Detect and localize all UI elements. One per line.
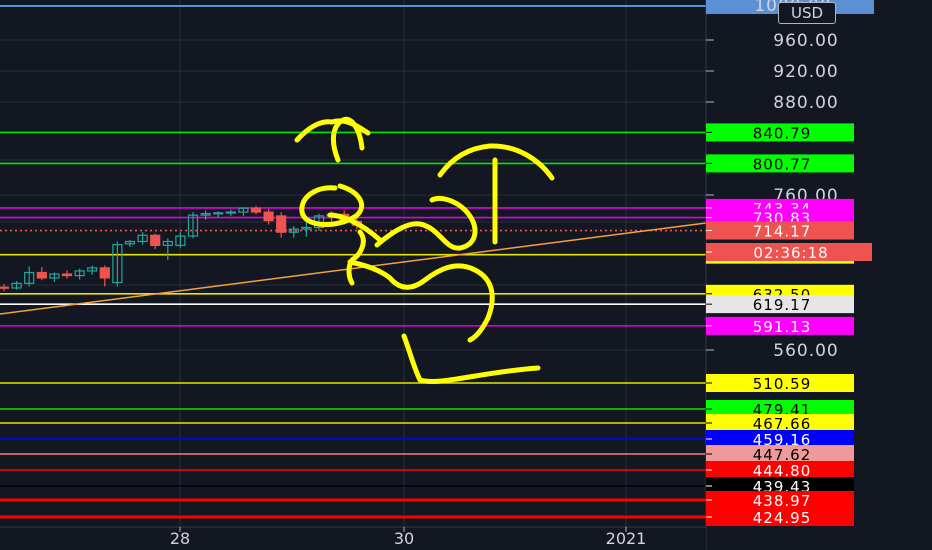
svg-text:800.77: 800.77 [753,155,812,173]
price-chart[interactable]: 960.00920.00880.00760.00560.001000.00 84… [0,0,932,550]
svg-text:619.17: 619.17 [753,296,812,314]
price-tag: 619.17 [706,295,854,314]
candle-body [99,267,110,279]
candle-body [263,211,274,222]
time-axis-background [0,527,706,550]
svg-text:591.13: 591.13 [753,318,812,336]
price-tag: 510.59 [706,374,854,393]
price-tag: 424.95 [706,508,854,527]
svg-text:02:36:18: 02:36:18 [753,244,828,262]
price-tag: 438.97 [706,491,854,510]
candle-body [276,215,287,233]
svg-text:438.97: 438.97 [753,492,812,510]
candle-body [61,273,73,277]
price-tag: 591.13 [706,316,854,336]
y-tick-label: 920.00 [773,62,838,82]
candle-body [150,234,161,246]
countdown-tag: 02:36:18 [706,243,872,262]
x-tick-label: 2021 [606,529,647,548]
price-tag: 714.17 [706,221,854,241]
svg-text:714.17: 714.17 [753,223,812,241]
y-tick-label: 560.00 [773,341,838,361]
x-tick-label: 30 [394,529,414,548]
candle-body [213,212,224,215]
currency-button[interactable]: USD [778,2,836,24]
x-tick-label: 28 [170,529,190,548]
candle-body [225,211,236,214]
candle-body [36,271,47,279]
price-tag: 800.77 [706,154,854,173]
candle-body [0,286,10,289]
price-tag: 840.79 [706,123,854,142]
y-tick-label: 880.00 [773,93,838,113]
svg-text:840.79: 840.79 [753,124,812,142]
svg-text:510.59: 510.59 [753,375,812,393]
y-tick-label: 960.00 [773,31,838,51]
candle-body [250,207,262,213]
svg-text:424.95: 424.95 [753,509,812,527]
time-axis[interactable]: 28 30 2021 [0,526,706,550]
